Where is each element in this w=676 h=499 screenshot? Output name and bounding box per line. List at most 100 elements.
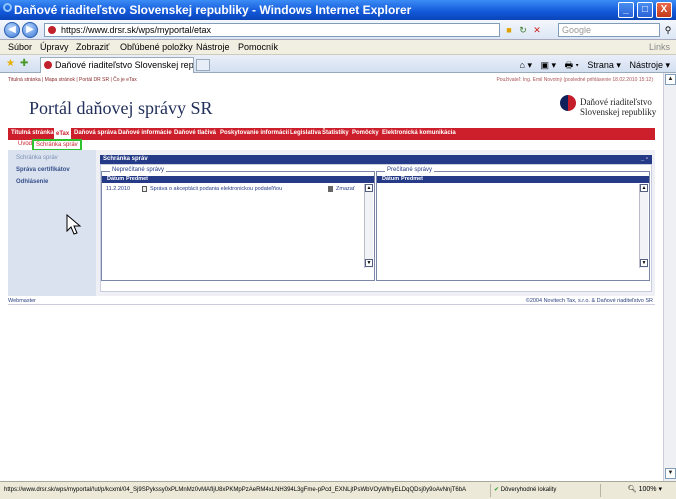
browser-tab[interactable]: Daňové riaditeľstvo Slovenskej repu... xyxy=(40,57,194,73)
scroll-up-icon[interactable]: ▲ xyxy=(665,74,676,85)
read-legend: Prečítané správy xyxy=(385,167,435,173)
forward-button[interactable]: ▶ xyxy=(22,22,38,38)
tab-favicon-icon xyxy=(44,61,52,69)
read-messages-panel: Prečítané správy Dátum Predmet ▲ ▼ xyxy=(376,167,650,281)
zoom-value: 100% xyxy=(638,486,657,493)
favorites-star-icon[interactable]: ★ xyxy=(6,58,15,69)
read-table-header: Dátum Predmet xyxy=(377,176,649,183)
nav-poskytovanie-informacii[interactable]: Poskytovanie informácií xyxy=(220,130,289,136)
footer-divider xyxy=(8,304,655,305)
refresh-icon[interactable]: ↻ xyxy=(517,24,529,36)
home-button[interactable]: ⌂ ▾ xyxy=(520,60,532,70)
print-button[interactable]: 🖶 ▾ xyxy=(565,60,579,70)
status-bar: https://www.drsr.sk/wps/myportal/!ut/p/k… xyxy=(0,481,676,499)
status-url: https://www.drsr.sk/wps/myportal/!ut/p/k… xyxy=(4,487,467,493)
page-menu[interactable]: Strana ▾ xyxy=(587,60,621,70)
links-label[interactable]: Links xyxy=(649,40,670,55)
nav-legislativa[interactable]: Legislatíva xyxy=(290,130,321,136)
unread-col-date[interactable]: Dátum xyxy=(107,176,124,183)
nav-elektronicka-komunikacia[interactable]: Elektronická komunikácia xyxy=(382,130,456,136)
logo-text: Daňové riaditeľstvo Slovenskej republiky xyxy=(580,97,656,117)
search-input[interactable]: Google xyxy=(558,23,660,37)
message-subject[interactable]: Správa o akceptácii podania elektronicko… xyxy=(150,186,282,192)
subnav-uvod[interactable]: Úvod xyxy=(18,141,32,147)
menu-item-pomocnik[interactable]: Pomocník xyxy=(238,40,278,55)
scroll-down-icon[interactable]: ▼ xyxy=(365,259,373,267)
menu-bar: Súbor Úpravy Zobraziť Obľúbené položky N… xyxy=(0,40,676,55)
mouse-cursor-icon xyxy=(66,214,82,235)
read-col-date[interactable]: Dátum xyxy=(382,176,399,183)
address-input[interactable]: https://www.drsr.sk/wps/myportal/etax xyxy=(44,23,500,37)
nav-danove-tlaciva[interactable]: Daňové tlačivá xyxy=(174,130,216,136)
ie-logo-icon xyxy=(3,3,12,12)
back-button[interactable]: ◀ xyxy=(4,22,20,38)
nav-danove-informacie[interactable]: Daňové informácie xyxy=(118,130,172,136)
menu-item-subor[interactable]: Súbor xyxy=(8,40,32,55)
left-menu: Schránka správ Správa certifikátov Odhlá… xyxy=(8,150,96,296)
status-divider xyxy=(490,484,491,497)
nav-titulna-stranka[interactable]: Titulná stránka xyxy=(11,130,54,136)
window-titlebar: Daňové riaditeľstvo Slovenskej republiky… xyxy=(0,0,676,20)
new-tab-button[interactable] xyxy=(196,59,210,71)
delete-link[interactable]: Zmazať xyxy=(336,186,355,192)
trusted-zone-label: Dôveryhodné lokality xyxy=(500,487,557,493)
close-button[interactable]: X xyxy=(656,2,672,18)
maximize-button[interactable]: □ xyxy=(637,2,653,18)
trash-icon[interactable] xyxy=(328,186,333,192)
logo-text-line2: Slovenskej republiky xyxy=(580,107,657,117)
address-toolbar: ◀ ▶ https://www.drsr.sk/wps/myportal/eta… xyxy=(0,20,676,40)
scroll-up-icon[interactable]: ▲ xyxy=(640,184,648,192)
trusted-zone[interactable]: ✔ Dôveryhodné lokality xyxy=(494,482,556,498)
logo-text-line1: Daňové riaditeľstvo xyxy=(580,97,652,107)
page-scrollbar[interactable]: ▲ ▼ xyxy=(663,73,676,481)
unread-messages-panel: Neprečítané správy Dátum Predmet 11.2.20… xyxy=(101,167,375,281)
stop-icon[interactable]: ✕ xyxy=(531,24,543,36)
status-divider xyxy=(600,484,601,497)
portlet-title: Schránka správ xyxy=(103,156,148,162)
top-breadcrumb[interactable]: Titulná stránka | Mapa stránok | Portál … xyxy=(8,77,137,83)
message-date: 11.2.2010 xyxy=(106,186,131,192)
scroll-down-icon[interactable]: ▼ xyxy=(665,468,676,479)
portal-title: Portál daňovej správy SR xyxy=(29,98,213,118)
menu-item-oblubene[interactable]: Obľúbené položky xyxy=(120,40,193,55)
unread-legend: Neprečítané správy xyxy=(110,167,167,173)
nav-pomocky[interactable]: Pomôcky xyxy=(352,130,379,136)
menu-item-upravy[interactable]: Úpravy xyxy=(40,40,69,55)
search-icon[interactable]: ⚲ xyxy=(662,24,674,36)
page-viewport: Titulná stránka | Mapa stránok | Portál … xyxy=(0,73,663,481)
search-placeholder: Google xyxy=(562,25,592,35)
scroll-up-icon[interactable]: ▲ xyxy=(365,184,373,192)
nav-danova-sprava[interactable]: Daňová správa xyxy=(74,130,117,136)
left-menu-odhlasenie[interactable]: Odhlásenie xyxy=(16,179,48,185)
unread-scrollbar[interactable]: ▲ ▼ xyxy=(364,184,373,268)
read-col-subject[interactable]: Predmet xyxy=(401,176,423,183)
window-title: Daňové riaditeľstvo Slovenskej republiky… xyxy=(14,3,412,17)
zoom-icon: 🔍︎ xyxy=(627,486,639,493)
tab-bar: ★ ✚ Daňové riaditeľstvo Slovenskej repu.… xyxy=(0,55,676,73)
user-info: Používateľ: Ing. Emil Novotný (posledné … xyxy=(496,77,653,83)
drsr-logo-icon xyxy=(560,95,576,111)
tools-menu[interactable]: Nástroje ▾ xyxy=(629,60,670,70)
menu-item-zobrazit[interactable]: Zobraziť xyxy=(76,40,109,55)
main-nav: Titulná stránka eTax Daňová správa Daňov… xyxy=(8,128,655,140)
command-bar: ⌂ ▾ ▣ ▾ 🖶 ▾ Strana ▾ Nástroje ▾ xyxy=(514,58,670,74)
scroll-down-icon[interactable]: ▼ xyxy=(640,259,648,267)
unread-table-header: Dátum Predmet xyxy=(102,176,374,183)
left-menu-sprava-certifikatov[interactable]: Správa certifikátov xyxy=(16,167,70,173)
left-menu-schranka-sprav[interactable]: Schránka správ xyxy=(16,155,58,161)
portlet-controls[interactable]: _ ▫ xyxy=(641,155,648,164)
add-favorites-icon[interactable]: ✚ xyxy=(20,58,28,69)
tab-title: Daňové riaditeľstvo Slovenskej repu... xyxy=(55,60,194,70)
nav-statistiky[interactable]: Štatistiky xyxy=(322,130,349,136)
feeds-button[interactable]: ▣ ▾ xyxy=(541,60,557,70)
unread-col-subject[interactable]: Predmet xyxy=(126,176,148,183)
menu-item-nastroje[interactable]: Nástroje xyxy=(196,40,230,55)
check-icon: ✔ xyxy=(494,487,501,493)
zoom-level[interactable]: 🔍︎ 100% ▾ xyxy=(628,482,662,498)
address-url: https://www.drsr.sk/wps/myportal/etax xyxy=(61,25,212,35)
site-favicon-icon xyxy=(48,26,56,34)
read-scrollbar[interactable]: ▲ ▼ xyxy=(639,184,648,268)
lock-icon[interactable]: ■ xyxy=(503,24,515,36)
sub-nav: Úvod Schránka správ xyxy=(8,139,655,151)
minimize-button[interactable]: _ xyxy=(618,2,634,18)
